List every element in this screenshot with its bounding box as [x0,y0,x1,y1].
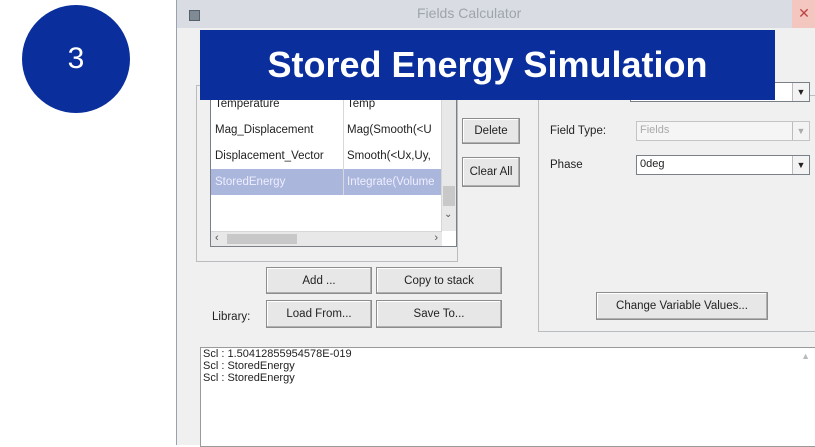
chevron-down-icon[interactable]: ▼ [792,83,809,101]
close-icon[interactable]: ✕ [792,0,815,28]
scroll-thumb[interactable] [443,186,455,206]
output-line: Scl : 1.50412855954578E-019 [203,348,352,360]
field-expression: Smooth(<Ux,Uy, [347,150,431,162]
fields-listbox[interactable]: Temperature Temp Mag_Displacement Mag(Sm… [210,90,457,247]
phase-value: 0deg [640,158,665,170]
slide-title-banner: Stored Energy Simulation [200,30,775,100]
output-line: Scl : StoredEnergy [203,372,295,384]
field-expression: Integrate(Volume [347,176,435,188]
clear-all-button[interactable]: Clear All [462,157,520,187]
list-horizontal-scrollbar[interactable]: ‹ › [211,231,442,246]
load-from-button[interactable]: Load From... [266,300,372,328]
window-title: Fields Calculator [417,5,522,21]
scroll-thumb[interactable] [227,234,297,244]
chevron-left-icon[interactable]: ‹ [215,232,219,244]
chevron-up-icon[interactable]: ▲ [801,350,810,362]
library-label: Library: [212,311,251,323]
copy-to-stack-button[interactable]: Copy to stack [376,267,502,294]
chevron-down-icon[interactable]: ▼ [792,156,809,174]
chevron-right-icon[interactable]: › [434,232,438,244]
output-console[interactable]: Scl : 1.50412855954578E-019 Scl : Stored… [200,347,815,447]
save-to-button[interactable]: Save To... [376,300,502,328]
list-item[interactable]: Displacement_Vector Smooth(<Ux,Uy, [211,143,442,169]
chevron-down-icon[interactable]: ⌄ [444,209,452,220]
list-item-selected[interactable]: StoredEnergy Integrate(Volume [211,169,442,195]
field-name: Mag_Displacement [211,117,344,143]
slide-title: Stored Energy Simulation [267,44,708,85]
field-name: StoredEnergy [211,169,344,195]
delete-button[interactable]: Delete [462,118,520,144]
field-expression: Mag(Smooth(<U [347,124,432,136]
step-number-badge: 3 [22,5,130,113]
phase-select[interactable]: 0deg ▼ [636,155,810,175]
field-name: Displacement_Vector [211,143,344,169]
list-vertical-scrollbar[interactable]: ⌄ [441,91,456,231]
field-type-select[interactable]: Fields ▼ [636,121,810,141]
add-button[interactable]: Add ... [266,267,372,294]
output-line: Scl : StoredEnergy [203,360,295,372]
change-variable-values-button[interactable]: Change Variable Values... [596,292,768,320]
field-type-label: Field Type: [550,125,607,137]
list-item[interactable]: Mag_Displacement Mag(Smooth(<U [211,117,442,143]
phase-label: Phase [550,159,583,171]
step-number: 3 [67,42,85,75]
chevron-down-icon[interactable]: ▼ [792,122,809,140]
window-titlebar[interactable]: Fields Calculator ✕ [177,0,815,28]
field-type-value: Fields [640,124,670,136]
window-menu-icon[interactable] [189,10,200,21]
